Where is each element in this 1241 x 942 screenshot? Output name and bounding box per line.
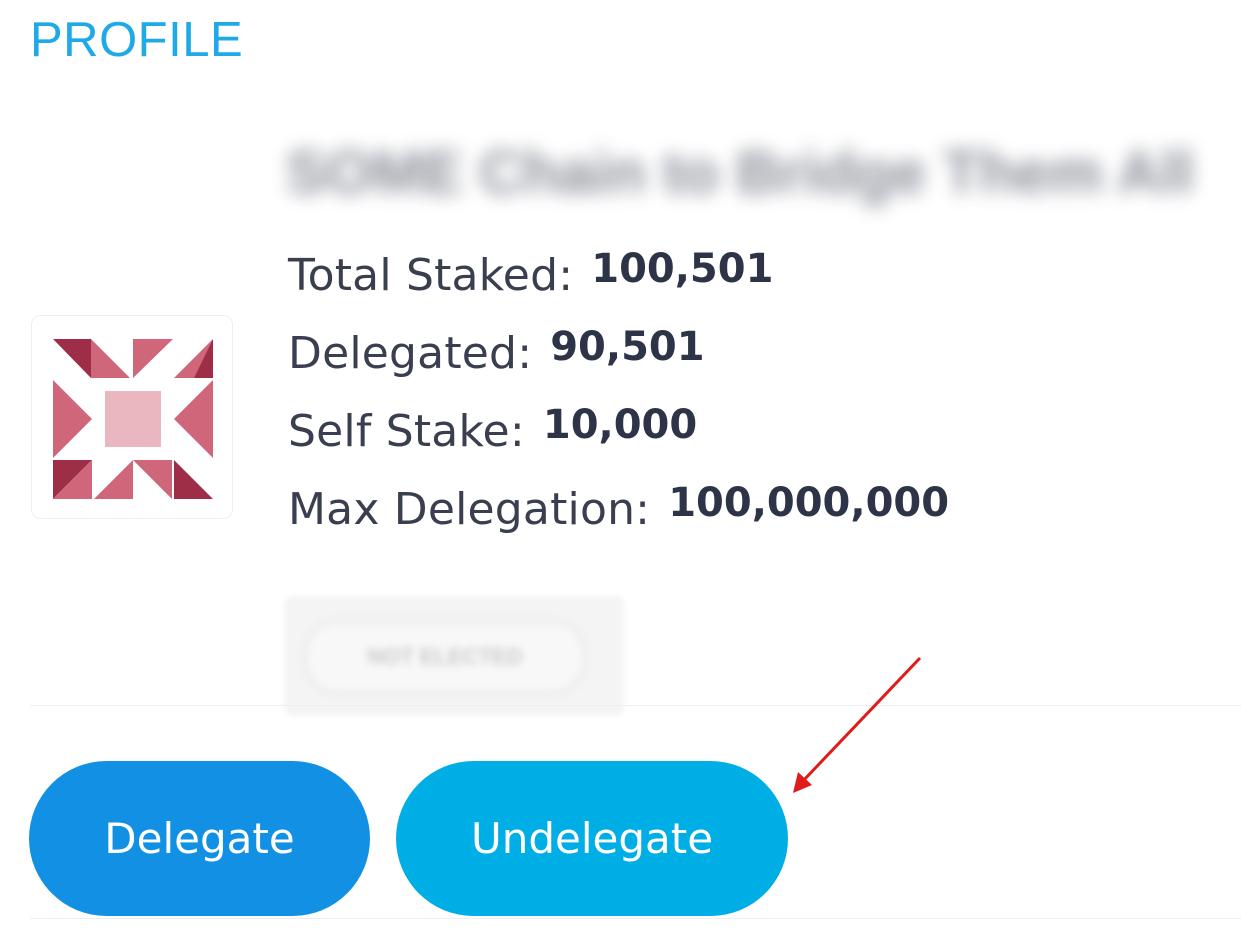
stat-max-delegation: Max Delegation: 100,000,000 — [288, 480, 949, 562]
delegate-button[interactable]: Delegate — [29, 761, 370, 916]
stat-total-staked: Total Staked: 100,501 — [288, 246, 949, 328]
validator-name: SOME Chain to Bridge Them All — [286, 139, 1194, 206]
stat-label: Self Stake: — [288, 406, 525, 457]
stake-stats: Total Staked: 100,501 Delegated: 90,501 … — [288, 246, 949, 562]
stat-label: Total Staked: — [288, 250, 574, 301]
stat-label: Delegated: — [288, 328, 533, 379]
page-title: PROFILE — [30, 13, 244, 67]
divider — [30, 918, 1241, 919]
divider — [30, 705, 1241, 706]
stat-value: 10,000 — [542, 402, 698, 448]
identicon-pinwheel-icon — [53, 339, 213, 499]
stat-value: 100,501 — [591, 246, 774, 292]
stat-value: 90,501 — [550, 324, 705, 370]
undelegate-button[interactable]: Undelegate — [396, 761, 788, 916]
stat-label: Max Delegation: — [288, 484, 651, 535]
stat-self-stake: Self Stake: 10,000 — [288, 402, 949, 484]
status-badge: NOT ELECTED — [304, 620, 586, 694]
stat-value: 100,000,000 — [668, 480, 950, 526]
red-arrow-icon — [793, 656, 922, 793]
validator-profile-page: PROFILE SOME Chain to Bridge Them All To… — [0, 0, 1241, 942]
stat-delegated: Delegated: 90,501 — [288, 324, 949, 406]
avatar — [31, 315, 233, 519]
